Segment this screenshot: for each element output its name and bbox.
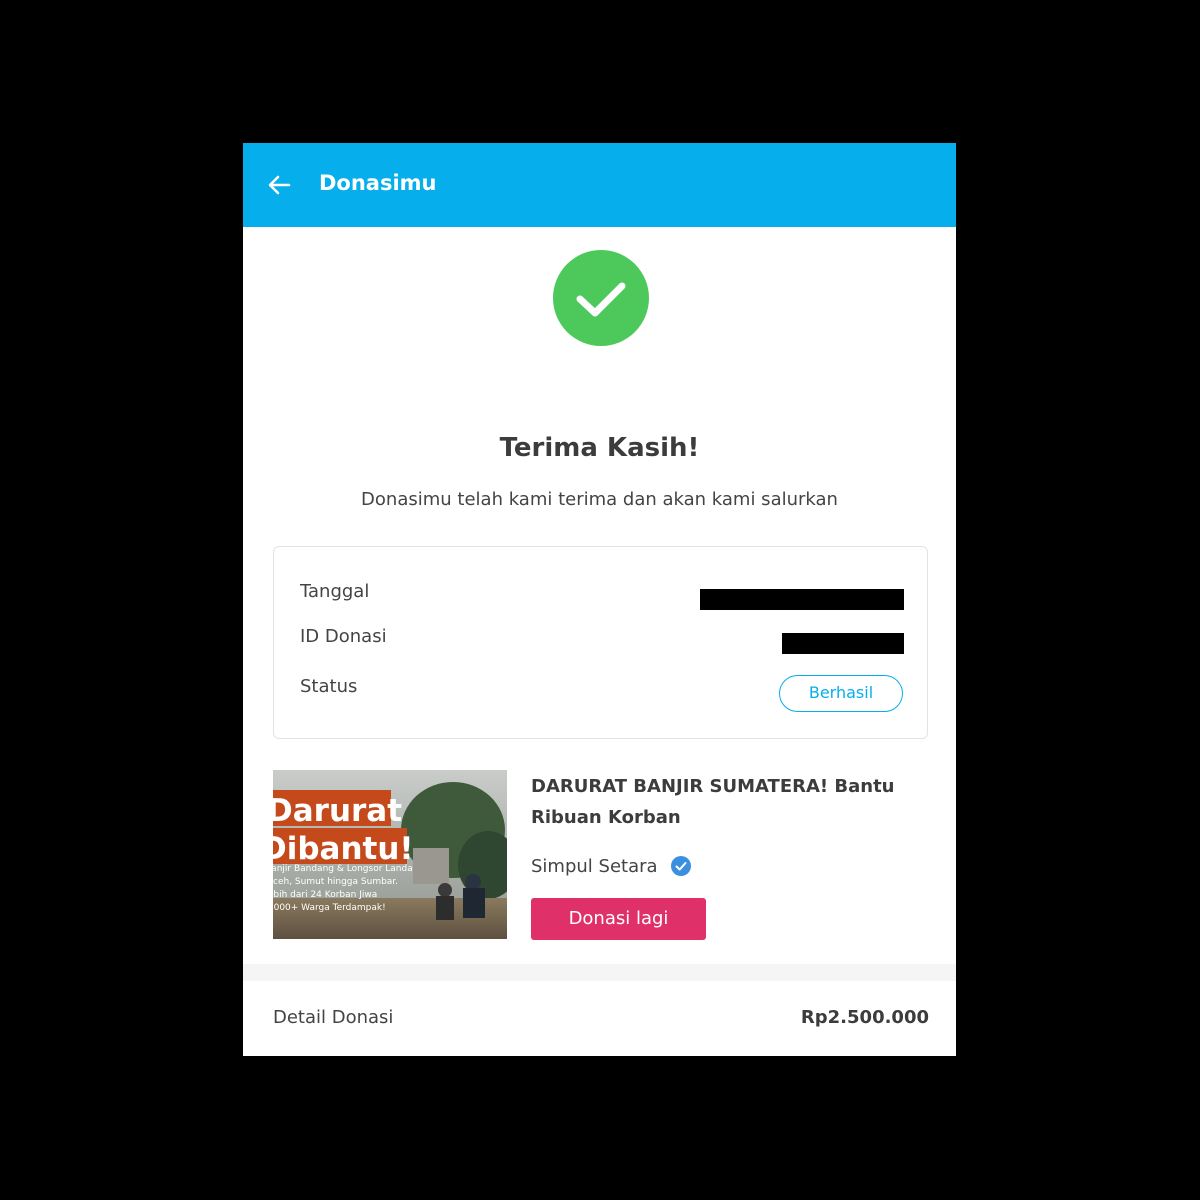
donation-detail-label[interactable]: Detail Donasi bbox=[273, 1007, 393, 1028]
verified-check-icon bbox=[670, 856, 691, 876]
top-app-bar: Donasimu bbox=[243, 143, 956, 227]
campaign-title[interactable]: DARURAT BANJIR SUMATERA! Bantu Ribuan Ko… bbox=[531, 771, 931, 833]
image-caption-3: Lebih dari 24 Korban Jiwa bbox=[273, 890, 377, 900]
image-caption-2: Aceh, Sumut hingga Sumbar. bbox=[273, 877, 398, 887]
status-badge: Berhasil bbox=[779, 675, 903, 712]
image-headline-2: Dibantu! bbox=[273, 831, 414, 867]
organizer-name: Simpul Setara bbox=[531, 855, 658, 877]
donation-amount: Rp2.500.000 bbox=[800, 1007, 929, 1028]
success-title: Terima Kasih! bbox=[499, 433, 700, 463]
image-caption-4: 1.000+ Warga Terdampak! bbox=[273, 903, 386, 913]
donate-again-button[interactable]: Donasi lagi bbox=[531, 898, 706, 940]
status-label: Status bbox=[300, 676, 358, 697]
donation-id-label: ID Donasi bbox=[300, 626, 387, 647]
date-label: Tanggal bbox=[300, 581, 370, 602]
donation-success-screen: Donasimu Terima Kasih! Donasimu telah ka… bbox=[243, 143, 956, 1056]
donation-id-redacted bbox=[782, 633, 904, 654]
page-title: Donasimu bbox=[319, 171, 437, 195]
image-caption-1: Banjir Bandang & Longsor Landa bbox=[273, 864, 413, 874]
date-value-redacted bbox=[700, 589, 904, 610]
campaign-image[interactable]: Darurat Dibantu! Banjir Bandang & Longso… bbox=[273, 770, 507, 939]
arrow-left-icon[interactable] bbox=[265, 171, 293, 199]
image-headline-1: Darurat bbox=[273, 793, 402, 829]
donation-info-card: Tanggal ID Donasi Status Berhasil bbox=[273, 546, 928, 739]
success-subtitle: Donasimu telah kami terima dan akan kami… bbox=[361, 489, 838, 510]
organizer-row: Simpul Setara bbox=[531, 852, 692, 880]
section-divider bbox=[243, 964, 956, 981]
check-circle-icon bbox=[553, 250, 649, 346]
